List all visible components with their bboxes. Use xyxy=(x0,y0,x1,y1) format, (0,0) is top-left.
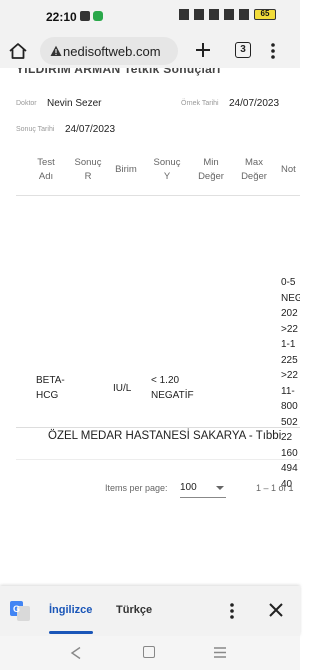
result-date-value: 24/07/2023 xyxy=(65,124,116,135)
more-menu-icon[interactable] xyxy=(270,42,276,60)
signal-icon xyxy=(224,9,234,20)
vibrate-icon xyxy=(194,9,204,20)
header-max: Max Değer xyxy=(241,157,267,182)
status-indicators: 65 xyxy=(179,9,276,20)
table-header: Test Adı Sonuç R Birim Sonuç Y Min Değer Max… xyxy=(16,148,300,196)
new-tab-icon[interactable] xyxy=(193,40,213,60)
cell-unit: IU/L xyxy=(113,383,132,394)
note-line: 202 xyxy=(281,308,298,319)
app-notification-icon xyxy=(93,11,103,21)
address-bar[interactable]: nedisoftweb.com xyxy=(40,37,178,65)
whatsapp-icon xyxy=(80,11,90,21)
header-test-name: Test Adı xyxy=(37,157,55,182)
doctor-label: Doktor xyxy=(16,100,37,107)
table-divider xyxy=(16,427,300,428)
note-line: 0-5 xyxy=(281,277,296,288)
header-min: Min Değer xyxy=(198,157,224,182)
header-unit: Birim xyxy=(115,164,137,175)
recent-apps-icon[interactable] xyxy=(213,646,227,659)
active-tab-indicator xyxy=(49,631,93,634)
paginator: Items per page: 100 1 – 1 of 1 xyxy=(0,480,300,500)
browser-toolbar: nedisoftweb.com 3 xyxy=(0,34,300,68)
note-line: 1-1 xyxy=(281,339,296,350)
web-page: YILDIRIM ARMAN Tetkik Sonuçları Doktor N… xyxy=(0,68,300,586)
note-line: >22 xyxy=(281,323,298,335)
note-line: 494 xyxy=(281,463,298,474)
mute-icon xyxy=(209,9,219,20)
result-date-label: Sonuç Tarihi xyxy=(16,126,55,133)
translate-bar: G İngilizce Türkçe xyxy=(0,586,300,636)
header-note: Not xyxy=(281,164,296,175)
language-tab-english[interactable]: İngilizce xyxy=(49,604,92,616)
header-result-y: Sonuç Y xyxy=(153,157,181,182)
page-size-value[interactable]: 100 xyxy=(180,482,197,493)
note-line: 800 xyxy=(281,401,298,412)
home-icon[interactable] xyxy=(8,42,28,60)
language-tab-turkish[interactable]: Türkçe xyxy=(116,604,152,616)
note-line: >22 xyxy=(281,370,298,381)
cell-test-name: BETA- HCG xyxy=(36,375,65,401)
warning-icon[interactable] xyxy=(50,45,62,57)
dropdown-caret-icon[interactable] xyxy=(216,486,224,490)
status-bar: 22:10 65 xyxy=(0,0,300,34)
footer-divider xyxy=(16,459,300,460)
note-line: 22 xyxy=(281,432,293,443)
back-icon[interactable] xyxy=(70,646,82,660)
nfc-icon xyxy=(179,9,189,20)
wifi-icon xyxy=(239,9,249,20)
items-per-page-label: Items per page: xyxy=(105,483,168,493)
note-line: 225 xyxy=(281,354,298,366)
svg-text:G: G xyxy=(13,604,20,614)
note-line: 11- xyxy=(281,385,295,397)
cell-result-y: < 1.20 NEGATİF xyxy=(151,375,194,401)
hospital-name: ÖZEL MEDAR HASTANESİ SAKARYA - Tıbbi xyxy=(48,430,282,442)
note-line: NEG xyxy=(281,292,300,304)
url-text[interactable]: nedisoftweb.com xyxy=(63,44,161,59)
battery-icon: 65 xyxy=(254,9,276,20)
header-result-r: Sonuç R xyxy=(74,157,102,182)
tab-switcher-button[interactable]: 3 xyxy=(235,42,251,58)
doctor-value: Nevin Sezer xyxy=(47,98,102,109)
translate-menu-icon[interactable] xyxy=(229,602,235,620)
google-translate-icon: G xyxy=(10,601,30,621)
status-time: 22:10 xyxy=(46,10,77,24)
page-size-select[interactable]: 100 xyxy=(180,480,226,498)
page-range-label: 1 – 1 of 1 xyxy=(256,483,294,493)
sample-date-value: 24/07/2023 xyxy=(229,98,280,109)
close-icon[interactable] xyxy=(268,602,284,618)
sample-date-label: Örnek Tarihi xyxy=(181,100,219,107)
home-nav-icon[interactable] xyxy=(143,646,155,658)
notification-icons xyxy=(80,11,103,21)
system-nav-bar xyxy=(0,636,300,670)
patient-title: YILDIRIM ARMAN Tetkik Sonuçları xyxy=(16,68,221,76)
